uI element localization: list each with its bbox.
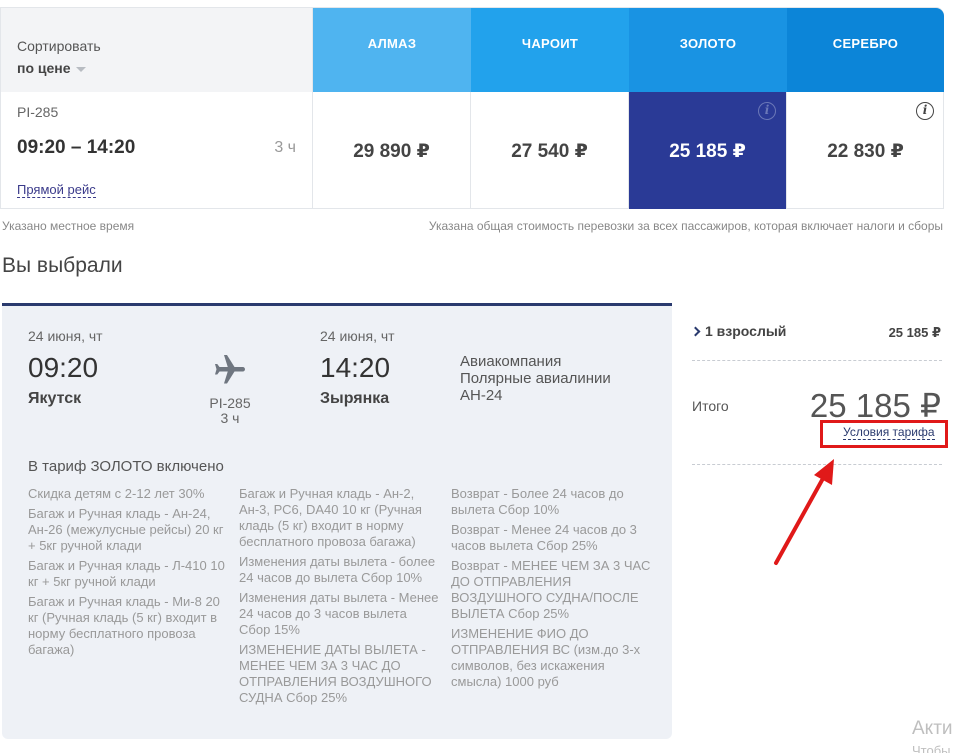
condition-item: Скидка детям с 2-12 лет 30% xyxy=(28,486,205,501)
condition-item: ИЗМЕНЕНИЕ ДАТЫ ВЫЛЕТА - МЕНЕЕ ЧЕМ ЗА 3 Ч… xyxy=(239,642,432,705)
tariff-header-charoit[interactable]: ЧАРОИТ xyxy=(471,8,629,92)
arrival-city: Зырянка xyxy=(320,390,390,407)
condition-item: Возврат - МЕНЕЕ ЧЕМ ЗА 3 ЧАС ДО ОТПРАВЛЕ… xyxy=(451,558,651,621)
price-cell-almaz[interactable]: 29 890 ₽ xyxy=(313,92,471,209)
info-icon[interactable]: i xyxy=(758,102,776,120)
local-time-note: Указано местное время xyxy=(2,219,135,233)
total-label: Итого xyxy=(692,398,729,414)
price-serebro: 22 830 ₽ xyxy=(827,141,904,162)
tariff-header-serebro[interactable]: СЕРЕБРО xyxy=(787,8,944,92)
fare-table: Сортировать по цене АЛМАЗ ЧАРОИТ ЗОЛОТО … xyxy=(0,7,944,209)
departure-date: 24 июня, чт xyxy=(28,328,103,344)
conditions-column-1: Скидка детям с 2-12 лет 30% Багаж и Ручн… xyxy=(28,486,228,662)
chevron-right-icon xyxy=(690,326,701,337)
tariff-header-zoloto[interactable]: ЗОЛОТО xyxy=(629,8,787,92)
condition-item: Багаж и Ручная кладь - Л-410 10 кг + 5кг… xyxy=(28,558,225,589)
divider xyxy=(692,360,942,361)
condition-item: Багаж и Ручная кладь - Ми-8 20 кг (Ручна… xyxy=(28,594,220,657)
conditions-column-3: Возврат - Более 24 часов до вылета Сбор … xyxy=(451,486,651,694)
chevron-down-icon xyxy=(75,66,86,72)
condition-item: Возврат - Менее 24 часов до 3 часов выле… xyxy=(451,522,637,553)
price-cell-charoit[interactable]: 27 540 ₽ xyxy=(471,92,629,209)
flight-time: 09:20 – 14:20 xyxy=(17,137,136,158)
section-title: Вы выбрали xyxy=(2,254,123,277)
price-charoit: 27 540 ₽ xyxy=(511,141,588,162)
price-almaz: 29 890 ₽ xyxy=(353,141,430,162)
activate-windows-watermark: Акти xyxy=(912,718,953,739)
arrival-time: 14:20 xyxy=(320,352,391,383)
sort-dropdown[interactable]: по цене xyxy=(17,60,86,76)
passengers-toggle[interactable]: 1 взрослый xyxy=(690,323,786,339)
sort-control[interactable]: Сортировать по цене xyxy=(1,8,313,92)
airplane-icon xyxy=(215,355,245,384)
price-cell-zoloto-selected[interactable]: i 25 185 ₽ xyxy=(629,92,787,209)
passengers-price: 25 185 ₽ xyxy=(888,325,941,340)
price-cell-serebro[interactable]: i 22 830 ₽ xyxy=(787,92,944,209)
price-zoloto: 25 185 ₽ xyxy=(669,141,746,162)
flight-info: PI-285 09:20 – 14:20 3 ч Прямой рейс xyxy=(1,92,313,209)
activate-windows-watermark-sub: Чтобы xyxy=(912,743,951,753)
departure-city: Якутск xyxy=(28,390,82,407)
flight-duration: 3 ч xyxy=(274,139,296,156)
included-title: В тариф ЗОЛОТО включено xyxy=(28,458,224,475)
selected-flight-card: 24 июня, чт 09:20 Якутск PI-285 3 ч 24 ию… xyxy=(2,303,672,739)
condition-item: Изменения даты вылета - более 24 часов д… xyxy=(239,554,436,585)
sort-label: Сортировать xyxy=(17,38,101,54)
tariff-header-almaz[interactable]: АЛМАЗ xyxy=(313,8,471,92)
condition-item: ИЗМЕНЕНИЕ ФИО ДО ОТПРАВЛЕНИЯ ВС (изм.до … xyxy=(451,626,641,689)
tariff-conditions-link[interactable]: Условия тарифа xyxy=(843,425,935,440)
conditions-column-2: Багаж и Ручная кладь - Ан-2, Ан-3, РС6, … xyxy=(239,486,439,710)
condition-item: Багаж и Ручная кладь - Ан-24, Ан-26 (меж… xyxy=(28,506,224,553)
condition-item: Багаж и Ручная кладь - Ан-2, Ан-3, РС6, … xyxy=(239,486,422,549)
direct-flight-link[interactable]: Прямой рейс xyxy=(17,182,96,198)
departure-time: 09:20 xyxy=(28,352,99,383)
condition-item: Изменения даты вылета - Менее 24 часов д… xyxy=(239,590,439,637)
arrival-date: 24 июня, чт xyxy=(320,328,395,344)
condition-item: Возврат - Более 24 часов до вылета Сбор … xyxy=(451,486,624,517)
airline-info: Авиакомпания Полярные авиалинии АН-24 xyxy=(460,353,611,404)
flight-number: PI-285 xyxy=(17,104,59,120)
red-arrow-annotation xyxy=(774,459,834,565)
info-icon[interactable]: i xyxy=(916,102,934,120)
total-cost-note: Указана общая стоимость перевозки за все… xyxy=(428,219,943,233)
card-flight-number: PI-285 3 ч xyxy=(209,395,251,426)
